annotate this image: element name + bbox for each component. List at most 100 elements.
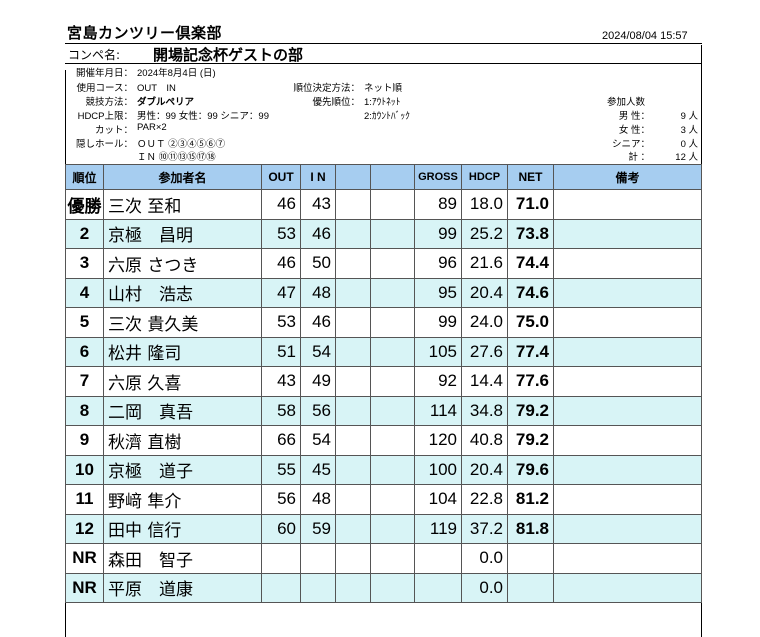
male-count: 9 人	[680, 111, 698, 122]
hdcp-cell: 40.8	[461, 425, 508, 456]
remarks-cell	[553, 366, 702, 397]
net-cell	[507, 572, 554, 603]
results-table: 順位 参加者名 OUT I N GROSS HDCP NET 備考 優勝 三次 至…	[65, 164, 702, 603]
blank-cell-1	[335, 336, 371, 367]
remarks-cell	[553, 454, 702, 485]
blank-cell-2	[370, 513, 415, 544]
out-cell: 55	[261, 454, 301, 485]
hdcp-cell: 34.8	[461, 395, 508, 426]
net-cell: 81.2	[507, 484, 554, 515]
net-cell: 74.4	[507, 248, 554, 279]
table-row: 6 松井 隆司 51 54 105 27.6 77.4	[65, 336, 702, 367]
competition-row: コンペ名: 開場記念杯ゲストの部	[65, 45, 702, 64]
gross-cell: 105	[414, 336, 462, 367]
name-cell: 松井 隆司	[103, 336, 262, 367]
print-datetime: 2024/08/04 15:57	[602, 30, 688, 42]
rank-cell: 7	[65, 366, 104, 397]
course-label: 使用コース：	[76, 83, 133, 94]
hdcp-cell: 20.4	[461, 454, 508, 485]
header-in: I N	[300, 164, 336, 190]
total-label: 計 ：	[628, 152, 650, 163]
hidden-holes-out: ＯＵＴ ②③④⑤⑥⑦	[137, 139, 226, 150]
gross-cell: 99	[414, 218, 462, 249]
in-cell: 49	[300, 366, 336, 397]
table-row: 11 野﨑 隼介 56 48 104 22.8 81.2	[65, 484, 702, 515]
out-cell: 56	[261, 484, 301, 515]
out-cell: 46	[261, 189, 301, 220]
rank-cell: 12	[65, 513, 104, 544]
name-cell: 山村 浩志	[103, 277, 262, 308]
rank-cell: 11	[65, 484, 104, 515]
hdcp-cell: 24.0	[461, 307, 508, 338]
net-cell: 75.0	[507, 307, 554, 338]
header-out: OUT	[261, 164, 301, 190]
in-cell	[300, 572, 336, 603]
table-row: 7 六原 久喜 43 49 92 14.4 77.6	[65, 366, 702, 397]
in-cell: 54	[300, 336, 336, 367]
gross-cell: 104	[414, 484, 462, 515]
header-blank-2	[370, 164, 415, 190]
remarks-cell	[553, 425, 702, 456]
name-cell: 田中 信行	[103, 513, 262, 544]
in-cell: 59	[300, 513, 336, 544]
rank-cell: 優勝	[65, 189, 104, 220]
blank-cell-2	[370, 484, 415, 515]
name-cell: 秋濟 直樹	[103, 425, 262, 456]
in-cell: 48	[300, 484, 336, 515]
course-value: OUT IN	[137, 83, 176, 94]
blank-cell-1	[335, 572, 371, 603]
cut-value: PAR×2	[137, 122, 167, 133]
club-name: 宮島カンツリー倶楽部	[67, 24, 223, 42]
blank-cell-2	[370, 572, 415, 603]
in-cell: 54	[300, 425, 336, 456]
table-row: 10 京極 道子 55 45 100 20.4 79.6	[65, 454, 702, 485]
blank-cell-1	[335, 248, 371, 279]
priority-2: 2:ｶｳﾝﾄﾊﾞｯｸ	[364, 111, 410, 122]
in-cell: 50	[300, 248, 336, 279]
remarks-cell	[553, 336, 702, 367]
out-cell: 58	[261, 395, 301, 426]
hidden-holes-label: 隠しホール：	[75, 139, 133, 150]
senior-count: 0 人	[680, 139, 698, 150]
gross-cell: 99	[414, 307, 462, 338]
gross-cell: 92	[414, 366, 462, 397]
remarks-cell	[553, 248, 702, 279]
priority-1: 1:ｱｳﾄﾈｯﾄ	[364, 97, 401, 108]
blank-cell-2	[370, 307, 415, 338]
blank-cell-2	[370, 366, 415, 397]
table-header-row: 順位 参加者名 OUT I N GROSS HDCP NET 備考	[65, 164, 702, 190]
table-row: 8 二岡 真吾 58 56 114 34.8 79.2	[65, 395, 702, 426]
hdcp-cell: 25.2	[461, 218, 508, 249]
method-label: 競技方法：	[85, 97, 133, 108]
rank-method-label: 順位決定方法：	[293, 83, 360, 94]
senior-label: シニア：	[611, 139, 650, 150]
remarks-cell	[553, 277, 702, 308]
hdcp-cell: 14.4	[461, 366, 508, 397]
name-cell: 京極 道子	[103, 454, 262, 485]
name-cell: 六原 さつき	[103, 248, 262, 279]
rank-cell: 2	[65, 218, 104, 249]
rank-cell: 6	[65, 336, 104, 367]
blank-cell-1	[335, 454, 371, 485]
rank-cell: 10	[65, 454, 104, 485]
rank-cell: 4	[65, 277, 104, 308]
name-cell: 平原 道康	[103, 572, 262, 603]
remarks-cell	[553, 484, 702, 515]
remarks-cell	[553, 395, 702, 426]
in-cell: 56	[300, 395, 336, 426]
blank-cell-2	[370, 336, 415, 367]
rank-cell: 8	[65, 395, 104, 426]
in-cell: 46	[300, 307, 336, 338]
header-name: 参加者名	[103, 164, 262, 190]
competition-label: コンペ名:	[68, 48, 121, 62]
blank-cell-1	[335, 513, 371, 544]
hdcp-limit-value: 男性：99 女性：99 シニア：99	[137, 111, 269, 122]
hdcp-cell: 20.4	[461, 277, 508, 308]
blank-cell-2	[370, 425, 415, 456]
blank-cell-2	[370, 248, 415, 279]
table-row: 12 田中 信行 60 59 119 37.2 81.8	[65, 513, 702, 544]
gross-cell: 120	[414, 425, 462, 456]
participants-label: 参加人数	[607, 97, 646, 108]
hdcp-cell: 0.0	[461, 543, 508, 574]
hdcp-limit-label: HDCP上限：	[77, 111, 133, 122]
